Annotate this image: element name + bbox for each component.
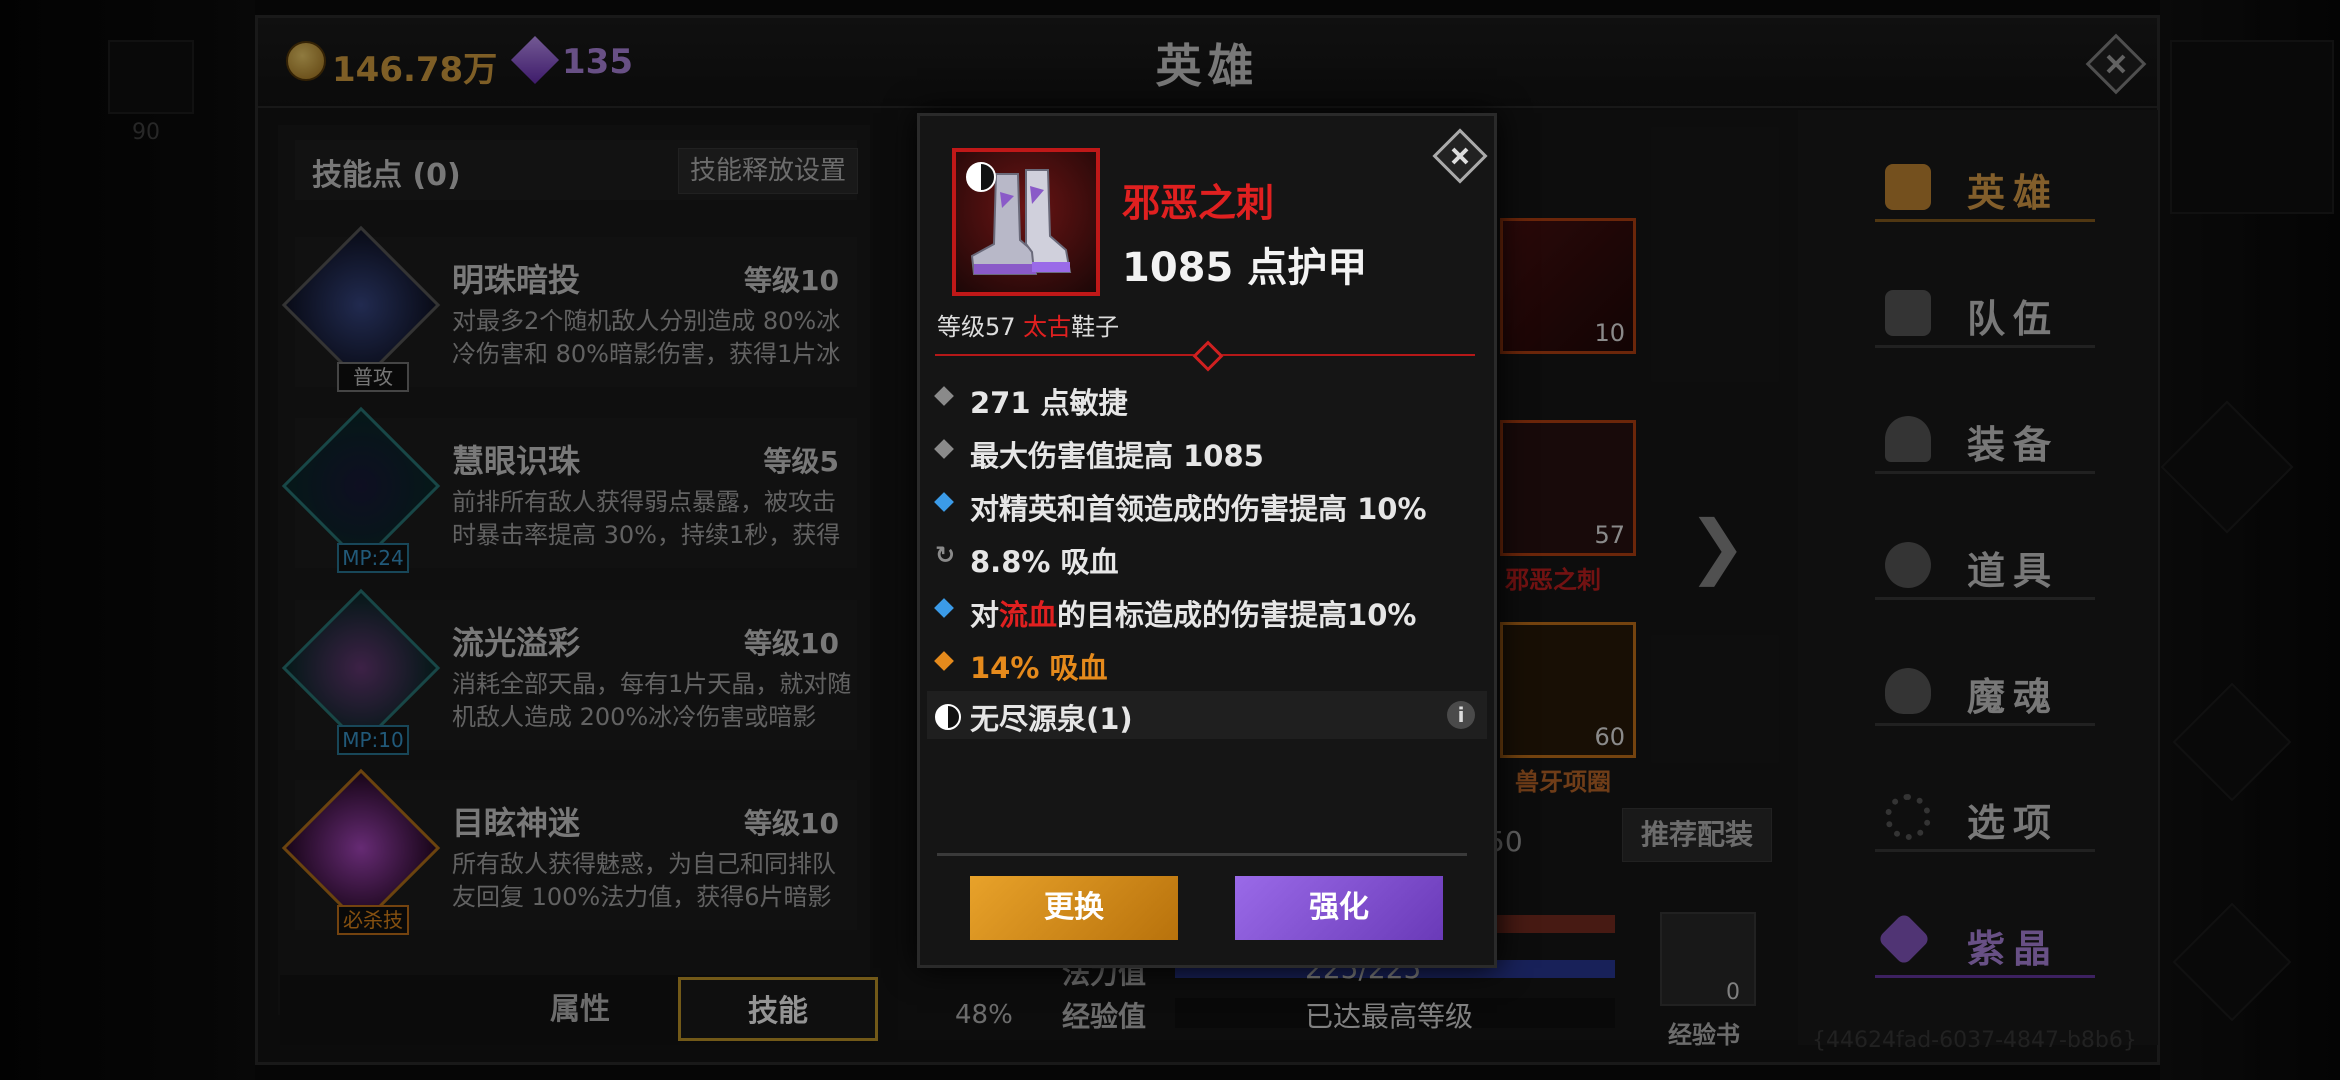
diamond-bullet-icon	[934, 492, 954, 512]
diamond-bullet-icon	[934, 386, 954, 406]
stat-text: 14% 吸血	[970, 651, 1108, 685]
stat-text: 最大伤害值提高 1085	[970, 439, 1264, 473]
stat-text: 271 点敏捷	[970, 386, 1128, 420]
divider	[937, 853, 1467, 856]
diamond-bullet-icon	[934, 651, 954, 671]
stat-line: 对流血的目标造成的伤害提高10%	[934, 588, 1477, 634]
enhance-button[interactable]: 强化	[1235, 876, 1443, 940]
stat-text: 对流血的目标造成的伤害提高10%	[970, 592, 1416, 634]
item-slot: 鞋子	[1071, 313, 1120, 341]
item-meta: 等级57 太古鞋子	[937, 307, 1119, 342]
item-name: 邪恶之刺	[1122, 181, 1275, 225]
item-tier: 太古	[1023, 313, 1072, 341]
stat-line: ↻ 8.8% 吸血	[935, 535, 1477, 579]
reroll-icon: ↻	[935, 541, 956, 569]
stat-text-keyword: 流血	[999, 598, 1058, 632]
stat-line: 最大伤害值提高 1085	[934, 429, 1477, 473]
stat-line: 271 点敏捷	[934, 376, 1477, 420]
close-icon[interactable]	[1432, 128, 1488, 184]
stat-text-prefix: 对	[970, 598, 1000, 632]
yin-yang-icon	[966, 162, 996, 192]
item-level: 等级57	[937, 313, 1024, 341]
item-armor: 1085 点护甲	[1122, 245, 1368, 291]
replace-button[interactable]: 更换	[970, 876, 1178, 940]
stat-line: 对精英和首领造成的伤害提高 10%	[934, 482, 1477, 526]
yin-yang-icon	[935, 704, 961, 730]
stat-text: 8.8% 吸血	[970, 545, 1119, 579]
stat-text-suffix: 的目标造成的伤害提高10%	[1057, 598, 1417, 632]
set-name: 无尽源泉(1)	[970, 702, 1133, 736]
stat-text: 对精英和首领造成的伤害提高 10%	[970, 492, 1427, 526]
diamond-bullet-icon	[934, 439, 954, 459]
info-icon[interactable]: i	[1447, 701, 1475, 729]
stat-line: 14% 吸血	[934, 641, 1477, 685]
diamond-bullet-icon	[934, 598, 954, 618]
